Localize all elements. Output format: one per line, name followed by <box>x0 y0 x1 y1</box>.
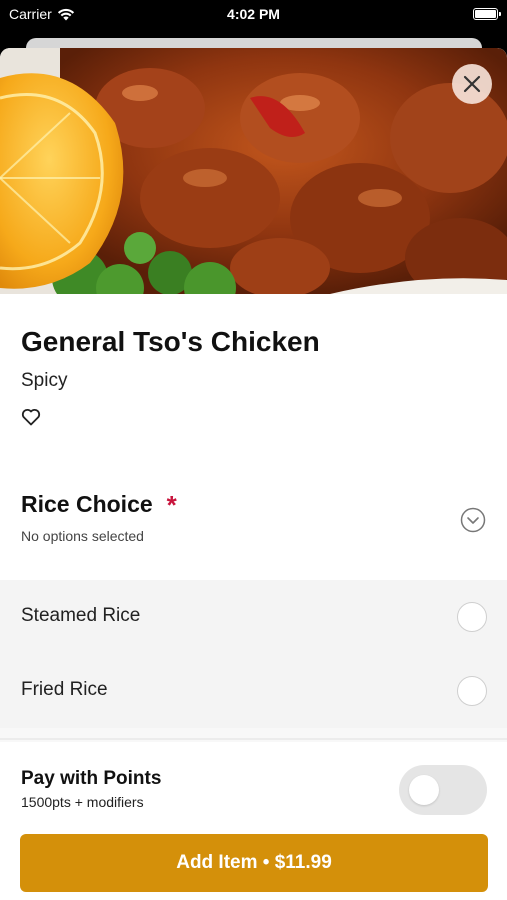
close-icon <box>463 75 481 93</box>
item-tag: Spicy <box>21 370 68 391</box>
pay-with-points-detail: 1500pts + modifiers <box>21 794 144 810</box>
heart-outline-icon <box>21 409 41 426</box>
battery-icon <box>473 8 501 20</box>
add-item-button[interactable]: Add Item • $11.99 <box>20 834 488 892</box>
collapse-toggle[interactable] <box>460 507 486 533</box>
rice-options-list: Steamed Rice Fried Rice <box>0 580 507 728</box>
rice-choice-status: No options selected <box>21 528 144 544</box>
pay-with-points-toggle[interactable] <box>399 765 487 815</box>
option-label: Steamed Rice <box>21 605 141 626</box>
radio-button[interactable] <box>457 602 487 632</box>
chevron-down-circle-icon <box>460 507 486 533</box>
close-button[interactable] <box>452 64 492 104</box>
option-label: Fried Rice <box>21 679 108 700</box>
status-bar: Carrier 4:02 PM <box>0 0 507 30</box>
required-indicator: * <box>166 489 177 520</box>
item-photo <box>0 48 507 294</box>
item-detail-sheet: General Tso's Chicken Spicy Rice Choice … <box>0 48 507 900</box>
clock: 4:02 PM <box>227 6 280 22</box>
option-fried-rice[interactable]: Fried Rice <box>0 654 507 728</box>
favorite-button[interactable] <box>21 408 41 426</box>
item-name: General Tso's Chicken <box>21 326 320 357</box>
footer-divider <box>0 738 507 740</box>
rice-choice-title: Rice Choice <box>21 491 153 517</box>
radio-button[interactable] <box>457 676 487 706</box>
toggle-knob <box>409 775 439 805</box>
pay-with-points-title: Pay with Points <box>21 768 162 789</box>
rice-choice-header[interactable]: Rice Choice * <box>21 491 177 518</box>
option-steamed-rice[interactable]: Steamed Rice <box>0 580 507 654</box>
